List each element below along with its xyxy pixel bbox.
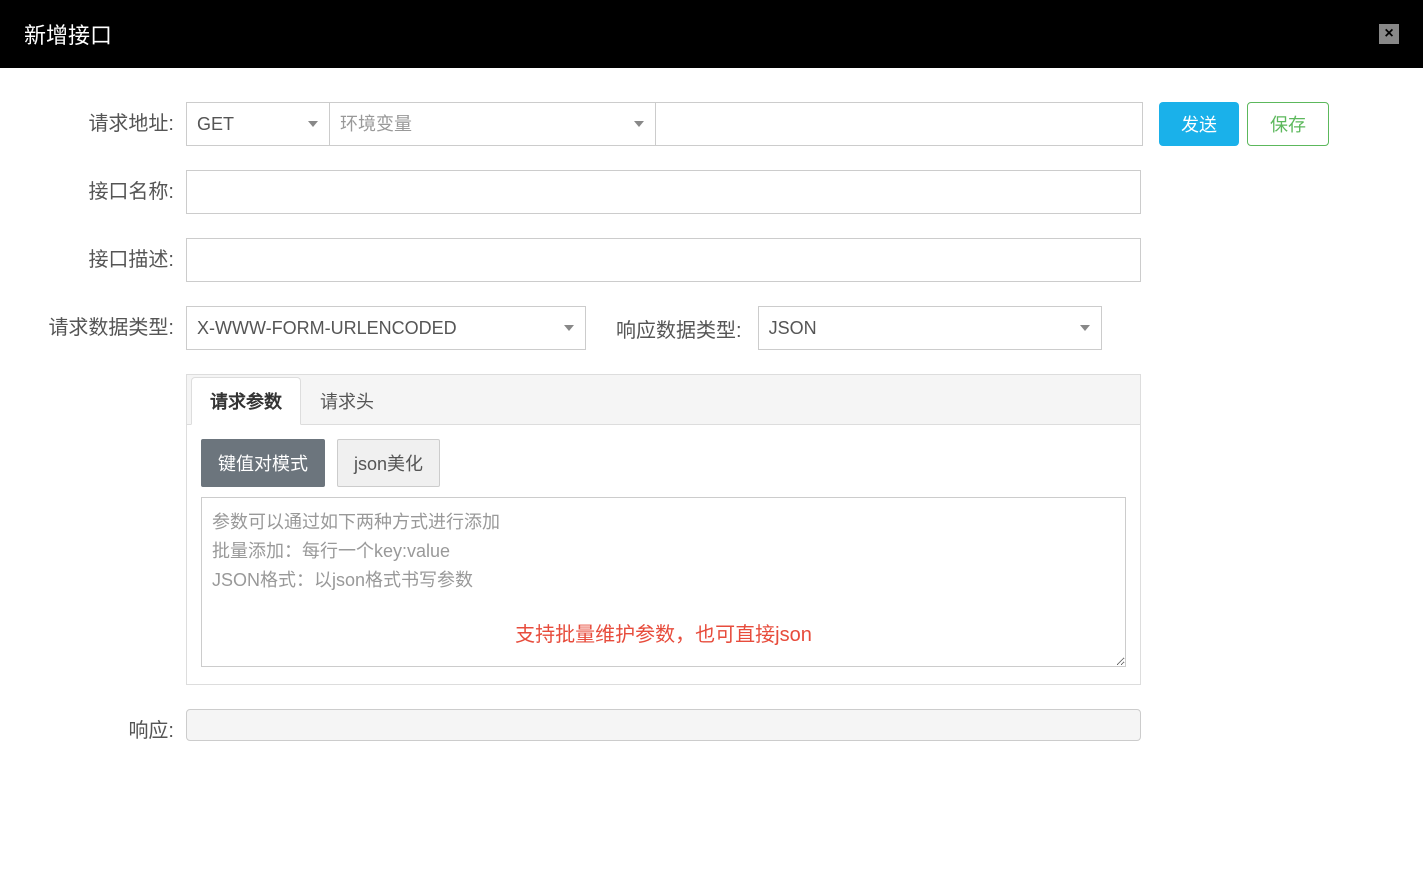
save-button[interactable]: 保存 [1247,102,1329,146]
row-desc: 接口描述: [14,238,1393,282]
name-input[interactable] [186,170,1141,214]
tab-headers[interactable]: 请求头 [301,377,393,425]
row-url: 请求地址: GET 环境变量 发送 保存 [14,102,1393,146]
modal-title: 新增接口 [24,18,112,50]
close-button[interactable]: × [1379,24,1399,44]
restype-select[interactable]: JSON [758,306,1102,350]
json-beautify-button[interactable]: json美化 [337,439,440,487]
row-response: 响应: [14,709,1393,753]
response-controls [186,709,1393,741]
label-reqtype: 请求数据类型: [14,306,186,350]
label-response: 响应: [14,709,186,753]
tabs-header: 请求参数 请求头 [187,375,1140,425]
types-controls: X-WWW-FORM-URLENCODED 响应数据类型: JSON [186,306,1393,350]
row-types: 请求数据类型: X-WWW-FORM-URLENCODED 响应数据类型: JS… [14,306,1393,350]
url-controls: GET 环境变量 发送 保存 [186,102,1393,146]
tabs-container: 请求参数 请求头 键值对模式 json美化 [186,374,1141,685]
tabs-wrapper: 请求参数 请求头 键值对模式 json美化 [186,374,1393,685]
label-desc: 接口描述: [14,238,186,282]
env-select[interactable]: 环境变量 [330,102,656,146]
row-tabs: 请求参数 请求头 键值对模式 json美化 [14,374,1393,685]
method-select[interactable]: GET [186,102,330,146]
mode-buttons: 键值对模式 json美化 [201,439,1126,487]
reqtype-select[interactable]: X-WWW-FORM-URLENCODED [186,306,586,350]
label-url: 请求地址: [14,102,186,146]
label-restype: 响应数据类型: [616,314,742,343]
restype-select-wrap: JSON [758,306,1102,350]
tab-body-params: 键值对模式 json美化 [187,425,1140,684]
kv-mode-button[interactable]: 键值对模式 [201,439,325,487]
url-input[interactable] [656,102,1143,146]
desc-controls [186,238,1393,282]
name-controls [186,170,1393,214]
env-select-wrap: 环境变量 [330,102,656,146]
params-textarea[interactable] [201,497,1126,667]
response-output [186,709,1141,741]
label-name: 接口名称: [14,170,186,214]
reqtype-select-wrap: X-WWW-FORM-URLENCODED [186,306,586,350]
method-select-wrap: GET [186,102,330,146]
form-body: 请求地址: GET 环境变量 发送 保存 接口名称: 接口描述: [0,68,1423,807]
tab-params[interactable]: 请求参数 [191,377,301,425]
send-button[interactable]: 发送 [1159,102,1239,146]
row-name: 接口名称: [14,170,1393,214]
desc-input[interactable] [186,238,1141,282]
modal-header: 新增接口 × [0,0,1423,68]
